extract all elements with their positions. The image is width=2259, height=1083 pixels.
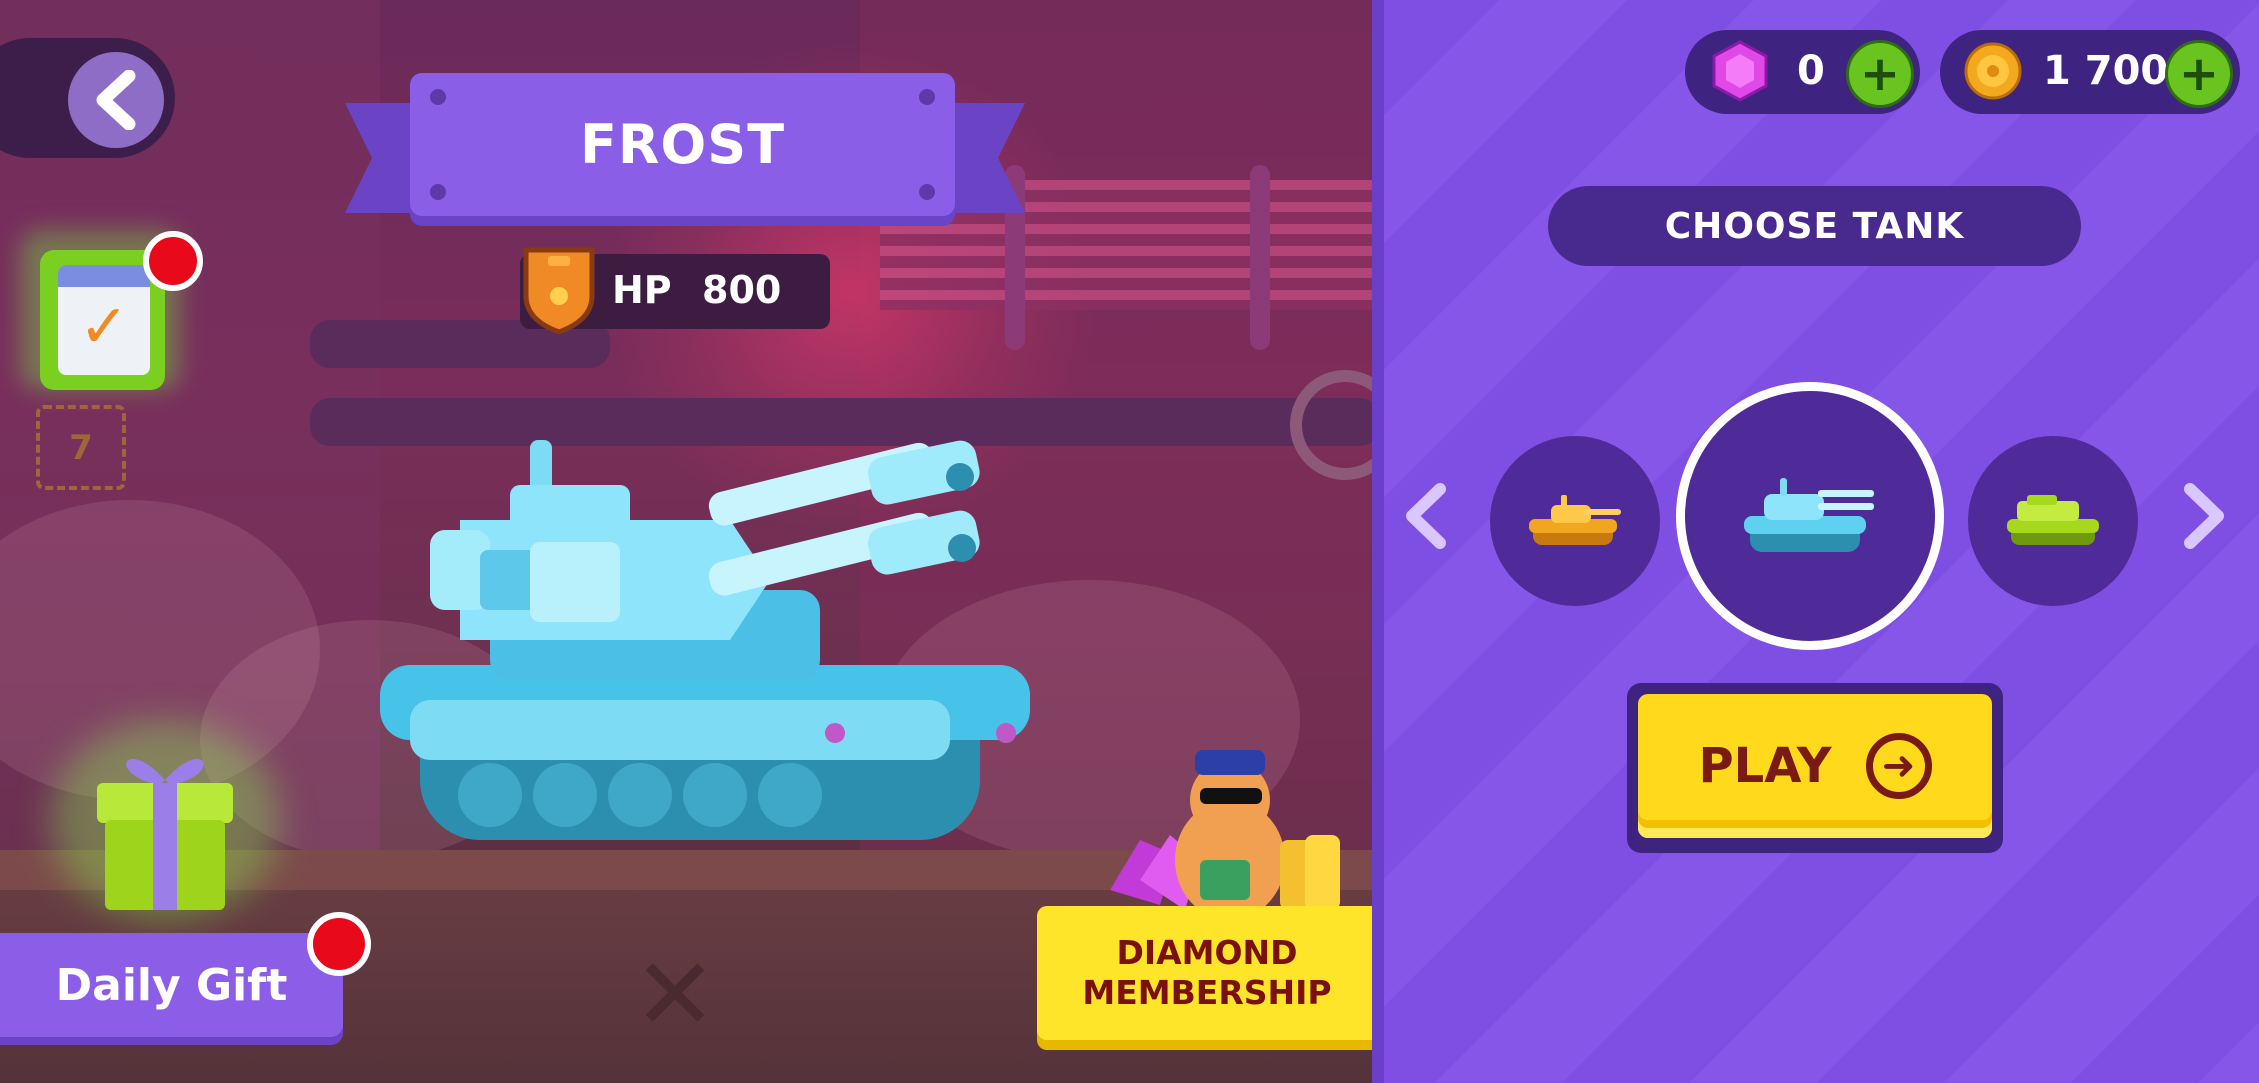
diamond-membership-label-line1: DIAMOND: [1116, 933, 1298, 972]
hp-label: HP: [612, 268, 672, 312]
choose-tank-label: CHOOSE TANK: [1664, 205, 1965, 247]
tank-option-frost-selected[interactable]: [1676, 382, 1944, 650]
mascot-cat-image: [1110, 750, 1340, 920]
diamond-membership-label-line2: MEMBERSHIP: [1082, 973, 1332, 1012]
gift-icon[interactable]: [85, 735, 245, 915]
gift-notification-dot: [307, 912, 371, 976]
shield-icon: [523, 247, 595, 335]
arrow-right-circle-icon: ➜: [1865, 733, 1932, 799]
tank-option-orange[interactable]: [1490, 436, 1660, 606]
tank-name-banner: FROST: [410, 73, 955, 216]
calendar-notification-dot: [143, 231, 203, 291]
coins-value: 1 700: [2043, 48, 2169, 94]
play-button[interactable]: PLAY ➜: [1638, 694, 1992, 838]
calendar-day-marker: 7: [36, 405, 126, 490]
frost-tank-image: [380, 440, 1030, 840]
add-coins-button[interactable]: +: [2165, 40, 2233, 108]
chevron-left-icon[interactable]: [1400, 468, 1450, 573]
gem-icon: [1712, 40, 1768, 102]
play-label: PLAY: [1698, 738, 1832, 794]
orange-tank-icon: [1529, 495, 1621, 545]
diamond-membership-button[interactable]: DIAMOND MEMBERSHIP: [1037, 906, 1372, 1040]
plus-icon: +: [1859, 46, 1901, 102]
coin-icon: [1964, 42, 2022, 100]
add-gems-button[interactable]: +: [1846, 40, 1914, 108]
chevron-left-icon: [96, 70, 136, 130]
choose-tank-header: CHOOSE TANK: [1548, 186, 2081, 266]
daily-gift-button[interactable]: Daily Gift: [0, 933, 343, 1037]
hp-value: 800: [702, 268, 782, 312]
garage-scene: ✕ FROST HP 800 ✓ 7 Daily Gift DIAMOND ME…: [0, 0, 1372, 1083]
back-button[interactable]: [68, 52, 164, 148]
gems-value: 0: [1797, 48, 1825, 94]
plus-icon: +: [2178, 46, 2220, 102]
calendar-icon: ✓: [58, 265, 150, 375]
tank-option-green[interactable]: [1968, 436, 2138, 606]
frost-tank-icon: [1744, 477, 1874, 552]
chevron-right-icon[interactable]: [2180, 468, 2230, 573]
daily-gift-label: Daily Gift: [55, 959, 288, 1011]
green-tank-icon: [2007, 495, 2099, 545]
tank-name: FROST: [579, 113, 786, 176]
